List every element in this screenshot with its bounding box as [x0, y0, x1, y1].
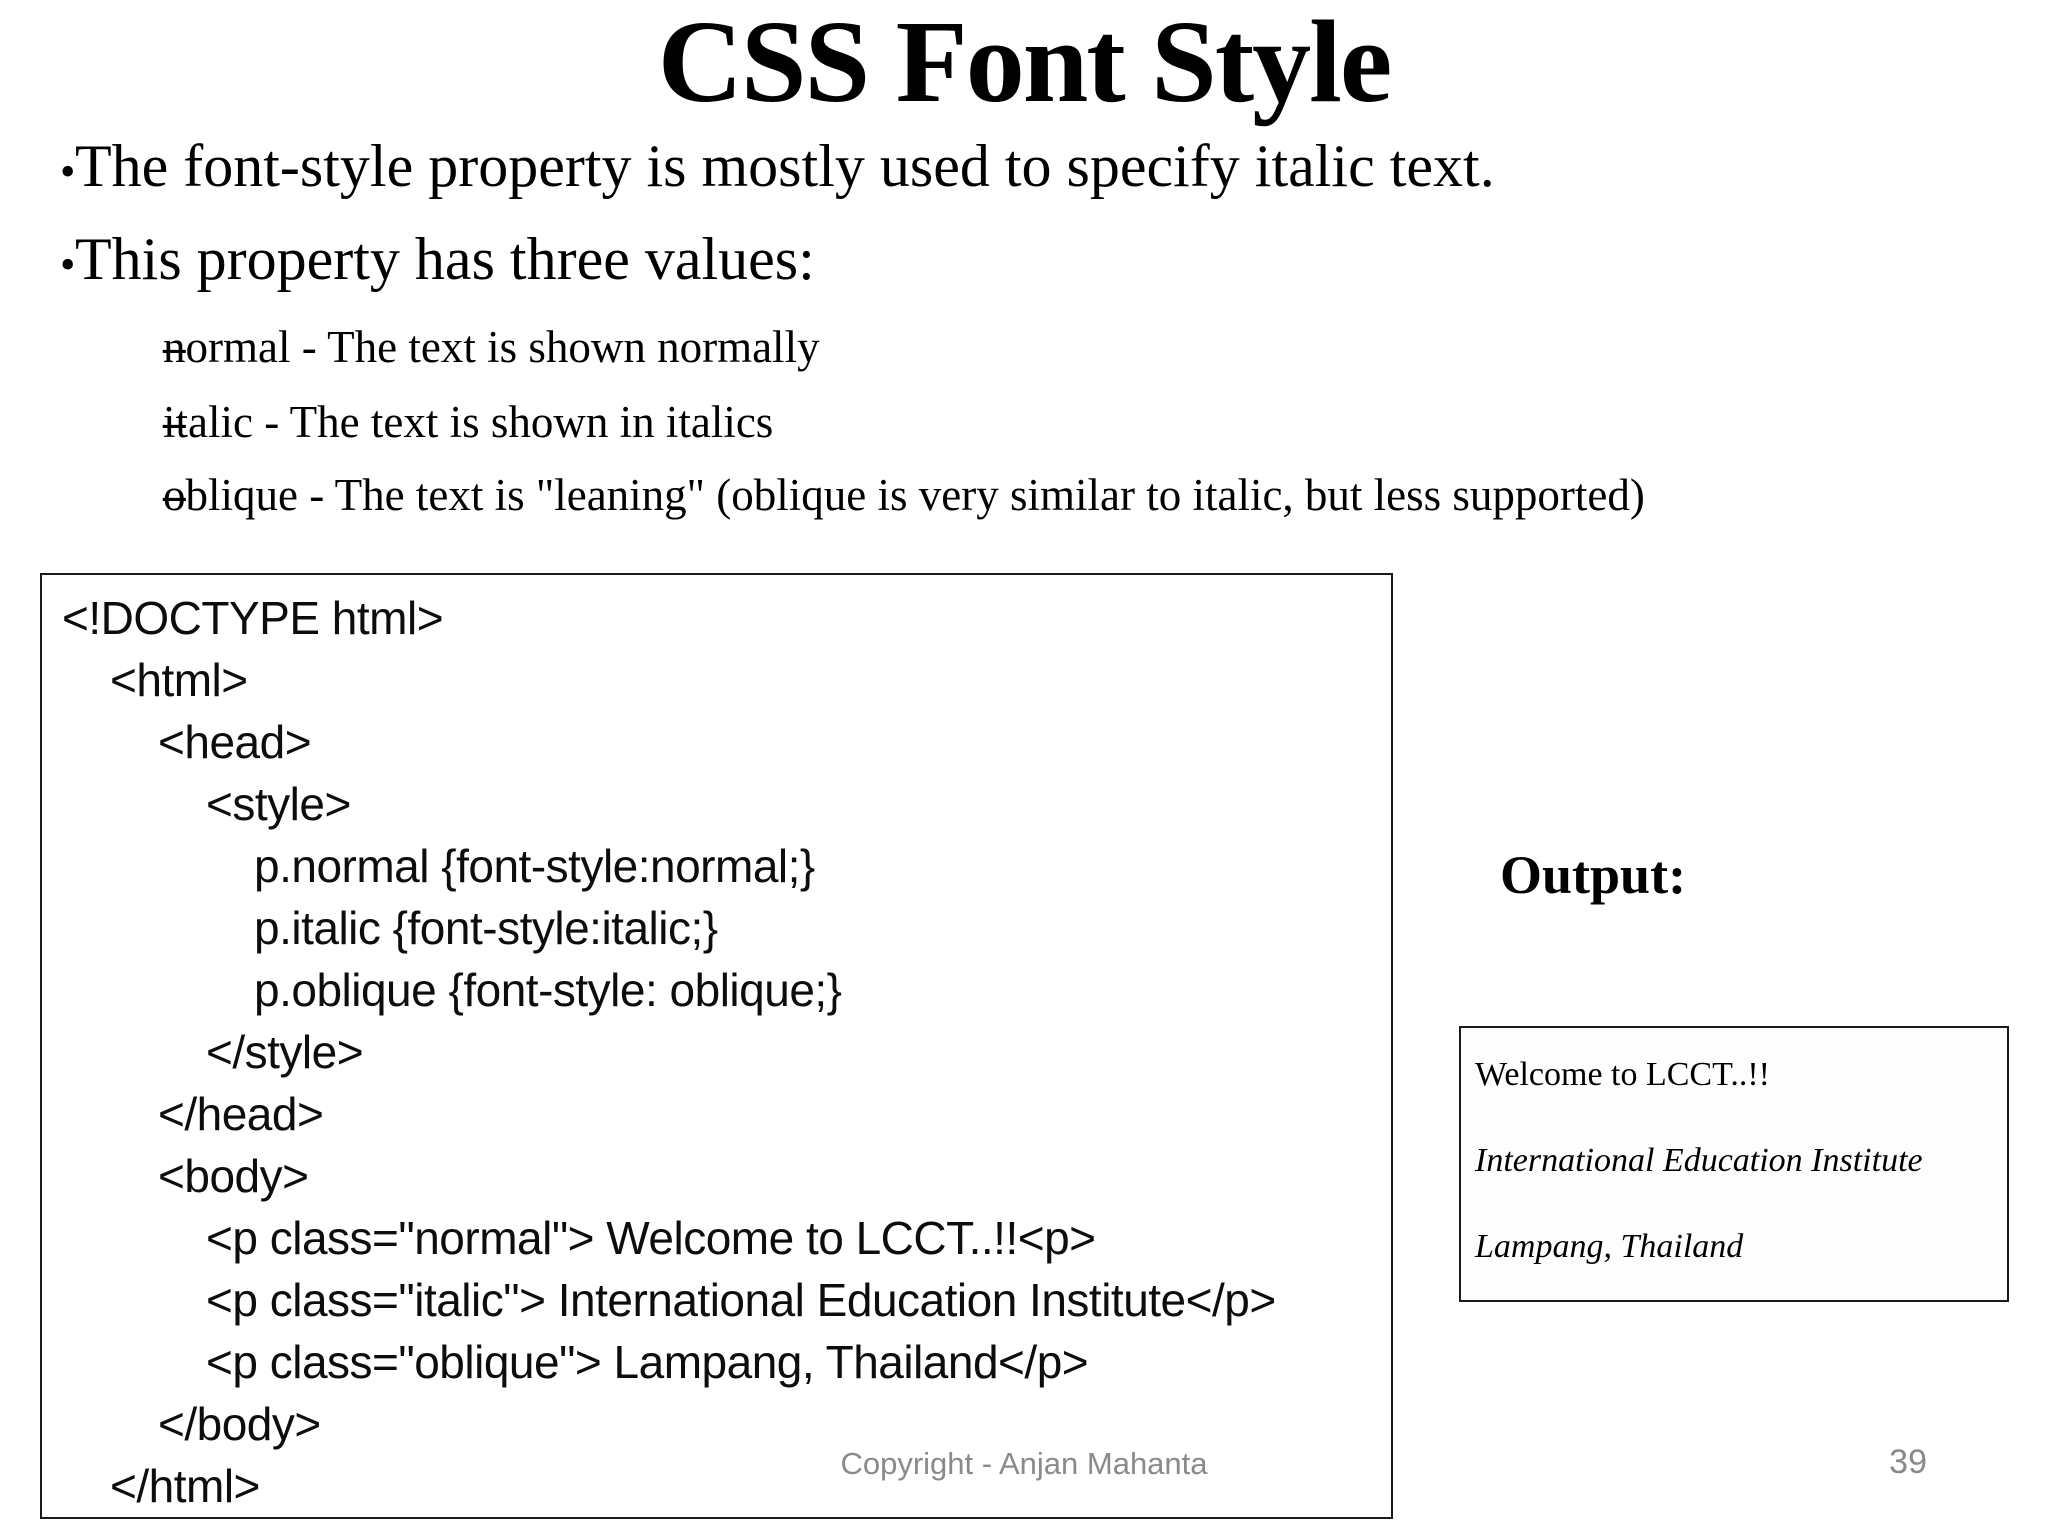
bullet-text: The font-style property is mostly used t… [75, 133, 1495, 199]
sub-bullet-item: – italic - The text is shown in italics [0, 395, 2048, 449]
code-line: <p class="normal"> Welcome to LCCT..!!<p… [206, 1212, 1096, 1264]
sub-bullet-text: italic - The text is shown in italics [163, 397, 774, 447]
code-line: p.normal {font-style:normal;} [254, 840, 815, 892]
output-preview-box: Welcome to LCCT..!! International Educat… [1459, 1026, 2009, 1302]
bullet-dash-marker: – [163, 322, 186, 372]
code-line: p.oblique {font-style: oblique;} [254, 964, 842, 1016]
code-line: </head> [158, 1088, 324, 1140]
bullet-dot-marker: • [60, 147, 76, 196]
footer-copyright: Copyright - Anjan Mahanta [840, 1446, 1208, 1481]
bullet-dot-marker: • [60, 240, 76, 289]
code-line: <p class="italic"> International Educati… [206, 1274, 1276, 1326]
output-label: Output: [1500, 845, 1687, 905]
bullet-item: • This property has three values: [0, 224, 2048, 300]
code-block: <!DOCTYPE html> <html> <head> <style> p.… [40, 573, 1393, 1519]
code-line: <!DOCTYPE html> [62, 592, 444, 644]
bullet-dash-marker: – [163, 397, 186, 447]
sub-bullet-text: oblique - The text is "leaning" (oblique… [163, 470, 1645, 520]
sub-bullet-item: – oblique - The text is "leaning" (obliq… [0, 468, 2048, 522]
bullet-item: • The font-style property is mostly used… [0, 131, 2048, 207]
code-line: <body> [158, 1150, 309, 1202]
code-line: <head> [158, 716, 312, 768]
code-line: <html> [110, 654, 248, 706]
code-line: <style> [206, 778, 351, 830]
sub-bullet-item: – normal - The text is shown normally [0, 320, 2048, 374]
footer-page-number: 39 [1889, 1443, 1927, 1481]
code-line: </style> [206, 1026, 364, 1078]
bullet-text: This property has three values: [75, 226, 815, 292]
output-line-oblique: Lampang, Thailand [1475, 1228, 1744, 1265]
output-line-normal: Welcome to LCCT..!! [1475, 1056, 1770, 1093]
sub-bullet-text: normal - The text is shown normally [163, 322, 820, 372]
code-line: <p class="oblique"> Lampang, Thailand</p… [206, 1336, 1089, 1388]
bullet-dash-marker: – [163, 470, 186, 520]
page-title: CSS Font Style [657, 0, 1393, 127]
output-line-italic: International Education Institute [1475, 1142, 1923, 1179]
slide: CSS Font Style • The font-style property… [0, 0, 2048, 1536]
code-line: p.italic {font-style:italic;} [254, 902, 718, 954]
